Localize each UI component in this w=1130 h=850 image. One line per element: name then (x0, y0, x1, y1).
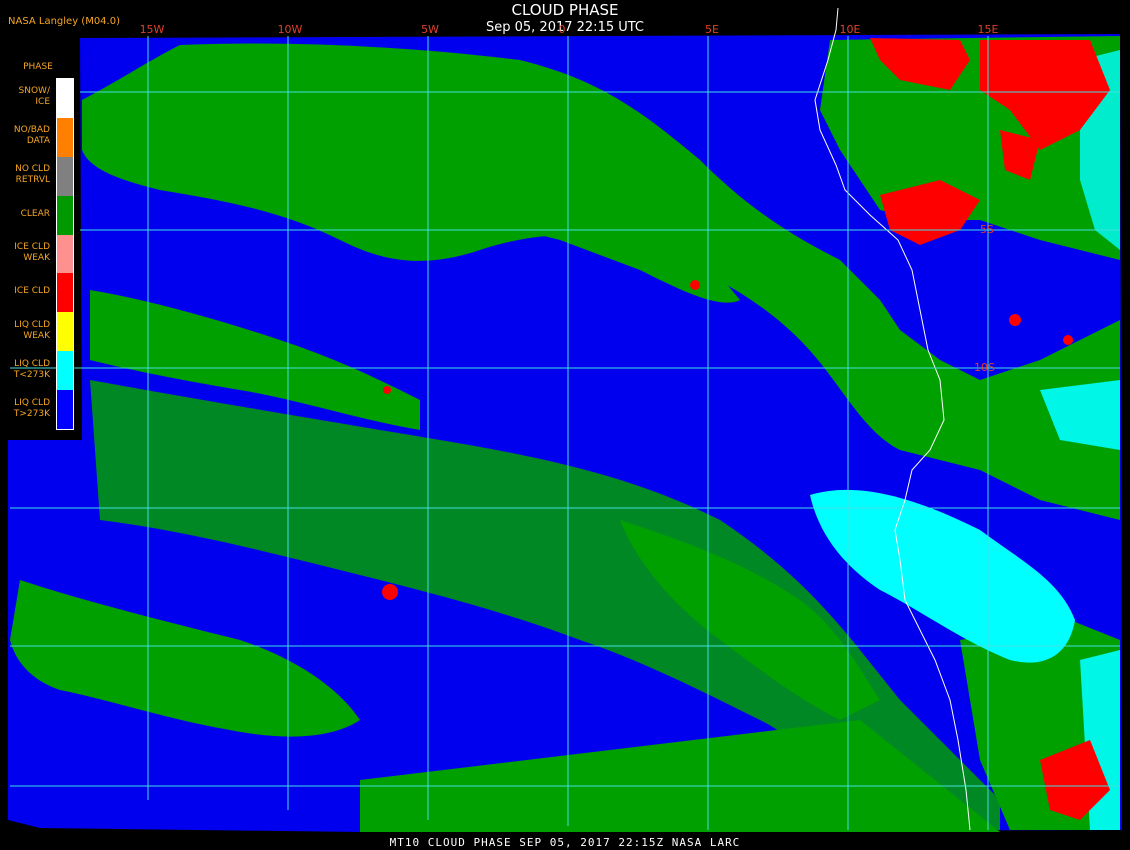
lat-label-10s: 10S (974, 361, 995, 374)
legend-swatch (57, 195, 73, 235)
lon-label-5w: 5W (421, 23, 439, 36)
ice-cloud-spot-4 (1009, 314, 1021, 326)
legend-label: SNOW/ICE (18, 86, 50, 108)
legend-label: LIQ CLD WEAK (14, 319, 50, 341)
legend-swatch (57, 156, 73, 196)
legend-label: NO/BAD DATA (13, 125, 50, 147)
lon-label-5e: 5E (705, 23, 719, 36)
producer-label: NASA Langley (M04.0) (8, 16, 120, 27)
legend-label: NO CLD RETRVL (15, 164, 50, 186)
legend-label: CLEAR (20, 208, 50, 219)
legend-swatch (57, 273, 73, 313)
legend-label: LIQ CLD T>273K (13, 397, 50, 419)
lon-label-15e: 15E (977, 23, 999, 36)
cloud-phase-map (0, 0, 1130, 850)
lon-label-0: 0 (558, 23, 566, 36)
lon-label-15w: 15W (139, 23, 165, 36)
ice-cloud-spot-1 (382, 584, 398, 600)
legend-swatch (57, 79, 73, 118)
legend-swatch (57, 234, 73, 274)
legend-swatch (57, 312, 73, 352)
footer-caption: MT10 CLOUD PHASE SEP 05, 2017 22:15Z NAS… (389, 836, 741, 849)
map-title: CLOUD PHASE (511, 1, 619, 19)
ice-cloud-spot-2 (383, 386, 391, 394)
legend-swatch (57, 351, 73, 391)
lon-label-10w: 10W (277, 23, 303, 36)
ice-cloud-spot-3 (690, 280, 700, 290)
legend-swatch (57, 390, 73, 430)
legend-label: LIQ CLD T<273K (13, 358, 50, 380)
ice-cloud-spot-5 (1063, 335, 1073, 345)
legend-label: ICE CLD WEAK (14, 242, 50, 263)
lon-label-10e: 10E (839, 23, 861, 36)
legend-label: ICE CLD (14, 286, 50, 297)
legend-title: PHASE (23, 62, 53, 72)
legend-color-bar (56, 78, 74, 430)
lat-label-5s: 5S (980, 223, 994, 236)
legend-swatch (57, 117, 73, 157)
